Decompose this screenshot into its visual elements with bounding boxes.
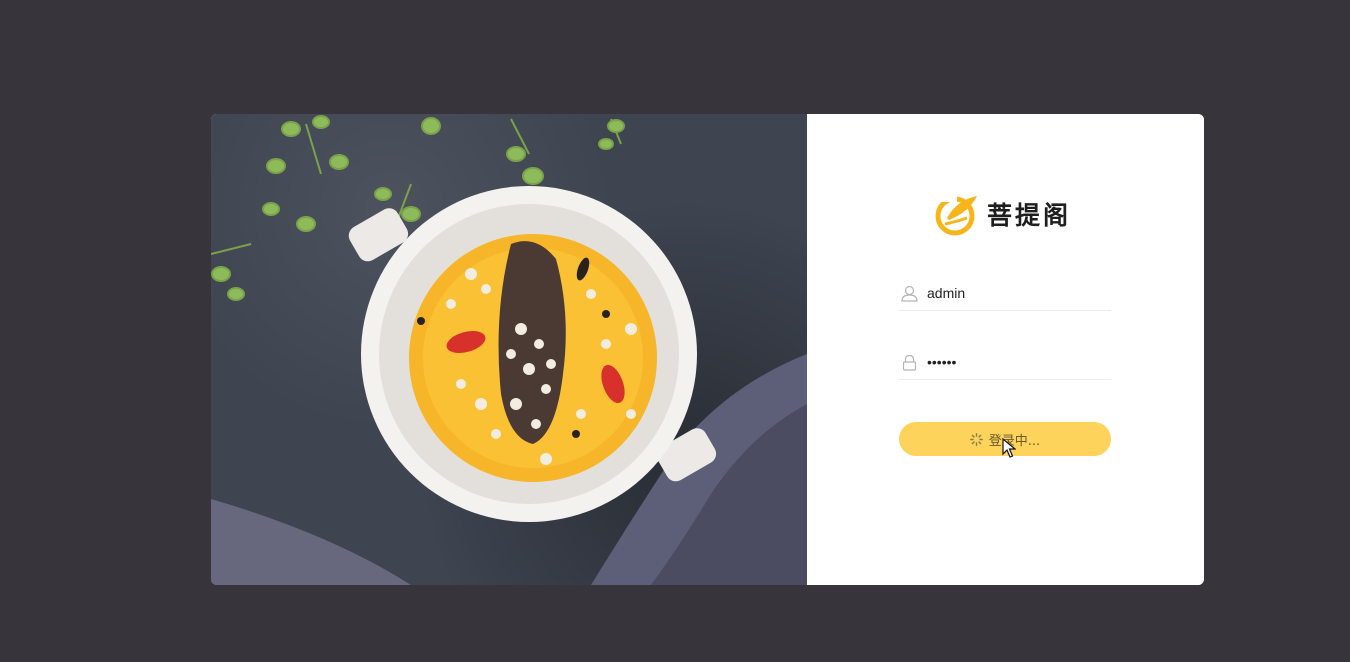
password-input[interactable]	[927, 354, 1097, 370]
password-field[interactable]	[899, 345, 1111, 380]
lock-icon	[900, 353, 918, 371]
login-card: 菩提阁 admin •••••• 登录中...	[211, 114, 1204, 585]
food-bowl-illustration	[211, 115, 807, 585]
user-icon	[900, 284, 918, 302]
mouse-cursor-icon	[1002, 438, 1016, 458]
bodhi-leaf-logo-icon	[935, 192, 977, 236]
login-panel: 菩提阁 admin •••••• 登录中...	[807, 114, 1204, 585]
brand-name: 菩提阁	[987, 201, 1072, 230]
brand-logo: 菩提阁	[935, 192, 1071, 236]
hero-food-image	[211, 114, 807, 585]
username-input[interactable]	[927, 285, 1097, 301]
loading-spinner-icon	[969, 432, 983, 446]
username-field[interactable]	[899, 276, 1111, 311]
